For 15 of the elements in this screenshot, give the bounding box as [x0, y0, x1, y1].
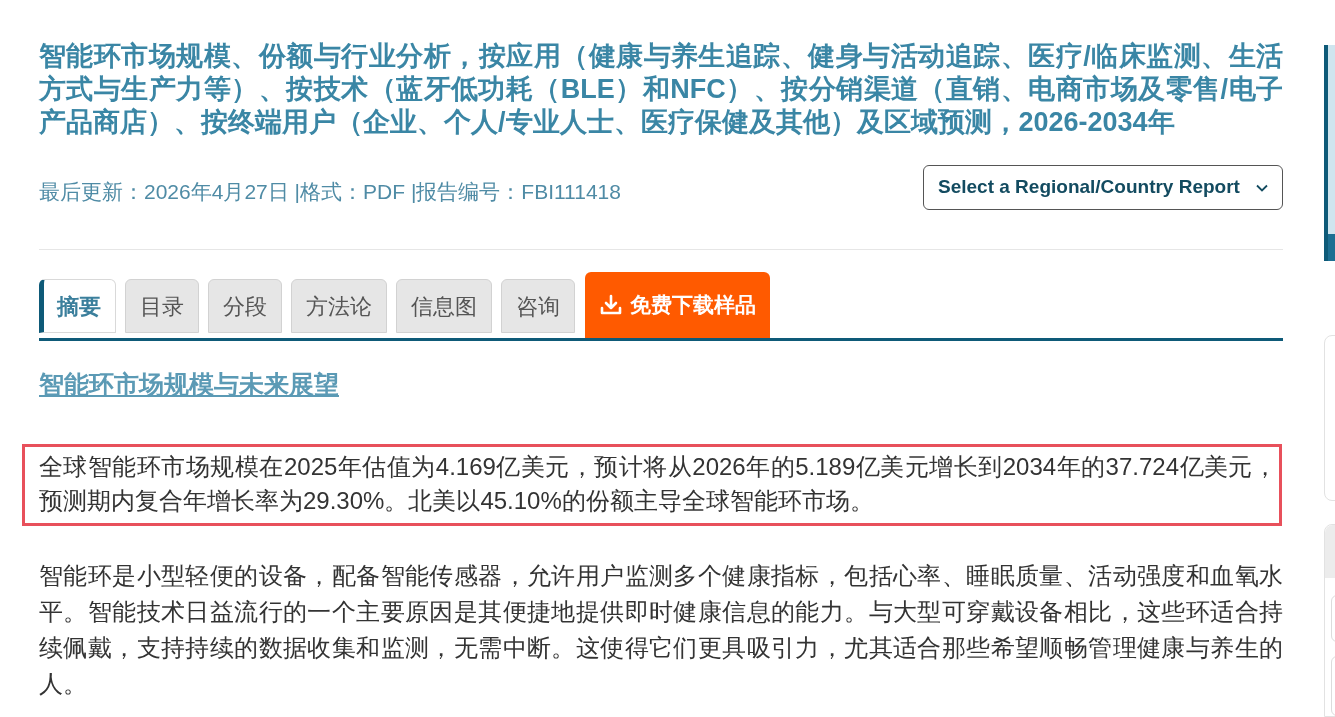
- section-heading-link[interactable]: 智能环市场规模与未来展望: [39, 369, 339, 399]
- highlighted-paragraph: 全球智能环市场规模在2025年估值为4.169亿美元，预计将从2026年的5.189亿美元增长到2034年的37.724亿美元，预测期内复合年增长率为29.30%。北美以45.10%的份额主导全球智能环市场。: [22, 444, 1282, 526]
- chevron-down-icon: [1256, 183, 1268, 192]
- download-icon: [599, 293, 623, 317]
- tab[interactable]: 咨询: [501, 279, 575, 333]
- download-sample-button[interactable]: 免费下载样品: [585, 272, 770, 338]
- report-title: 智能环市场规模、份额与行业分析，按应用（健康与养生追踪、健身与活动追踪、医疗/临床监测、生活方式与生产力等）、按技术（蓝牙低功耗（BLE）和NFC）、按分销渠道（直销、电商市场及零售/电子产品商店）、按终端用户（企业、个人/专业人士、医疗保健及其他）及区域预测，2026-2034年: [39, 40, 1283, 139]
- tab[interactable]: 目录: [125, 279, 199, 333]
- body-paragraph: 智能环是小型轻便的设备，配备智能传感器，允许用户监测多个健康指标，包括心率、睡眠质量、活动强度和血氧水平。智能技术日益流行的一个主要原因是其便捷地提供即时健康信息的能力。与大型可穿戴设备相比，这些环适合持续佩戴，支持持续的数据收集和监测，无需中断。这使得它们更具吸引力，尤其适合那些希望顺畅管理健康与养生的人。: [39, 561, 1283, 699]
- tab[interactable]: 摘要: [39, 279, 116, 333]
- report-meta: 最后更新：2026年4月27日 |格式：PDF |报告编号：FBI111418: [39, 179, 621, 206]
- tab[interactable]: 方法论: [291, 279, 387, 333]
- tab[interactable]: 信息图: [396, 279, 492, 333]
- tab[interactable]: 分段: [208, 279, 282, 333]
- region-select[interactable]: Select a Regional/Country Report: [923, 165, 1283, 210]
